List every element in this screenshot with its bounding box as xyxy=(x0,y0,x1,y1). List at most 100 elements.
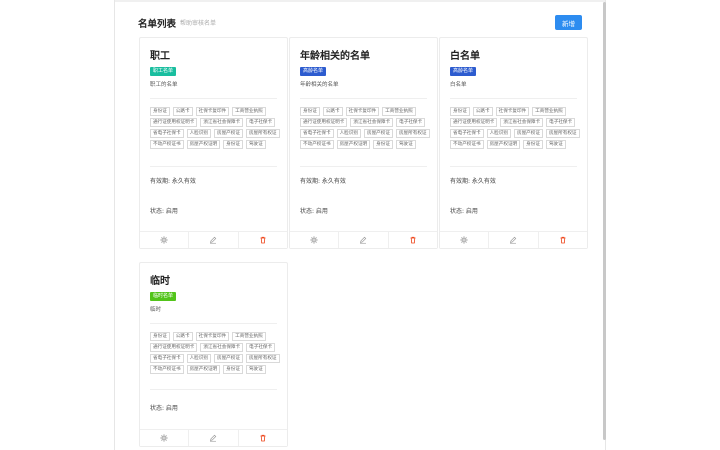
settings-button[interactable] xyxy=(440,232,490,248)
credential-tag: 省电子社保卡 xyxy=(150,129,184,138)
card-validity: 有效期: 永久有效 xyxy=(300,178,346,185)
credential-tag: 房屋产权证 xyxy=(513,129,543,138)
settings-button[interactable] xyxy=(140,232,190,248)
credential-tag: 省电子社保卡 xyxy=(150,354,184,363)
credential-tag: 电子社保卡 xyxy=(546,118,576,127)
credential-tag: 人脸识别 xyxy=(186,354,211,363)
card-status: 状态: 启用 xyxy=(150,405,178,412)
delete-button[interactable] xyxy=(239,430,287,446)
credential-tag: 人脸识别 xyxy=(336,129,361,138)
card-title: 临时 xyxy=(150,276,170,287)
credential-tag: 房屋产权证明 xyxy=(186,365,221,374)
credential-tag: 身份证 xyxy=(223,140,243,149)
delete-button[interactable] xyxy=(239,232,287,248)
credential-tag: 人脸识别 xyxy=(486,129,511,138)
credential-tag: 房屋产权证 xyxy=(213,129,243,138)
credential-tag: 工商营业执照 xyxy=(232,332,266,341)
trash-icon xyxy=(259,434,267,442)
card-status: 状态: 启用 xyxy=(450,208,478,215)
credential-tag: 通行证使用权证明卡 xyxy=(150,118,198,127)
scrollbar[interactable] xyxy=(603,2,606,440)
card-divider xyxy=(300,166,427,167)
credential-tag: 通行证使用权证明卡 xyxy=(300,118,348,127)
card-badge: 高龄名单 xyxy=(300,67,327,76)
credential-tag: 社保卡复印件 xyxy=(495,107,530,116)
delete-button[interactable] xyxy=(389,232,437,248)
list-card[interactable]: 职工 职工名单 职工的名单 身份证 公路卡 社保卡复印件 工商营业执照 通行证使用权证明卡 浙江… xyxy=(139,37,288,249)
card-badge: 职工名单 xyxy=(150,67,177,76)
gear-icon xyxy=(160,236,168,244)
credential-tag: 驾驶证 xyxy=(245,140,266,149)
credential-tag: 工商营业执照 xyxy=(382,107,416,116)
pencil-icon xyxy=(509,236,517,244)
list-header: 名单列表 帮助审核名单 新增 xyxy=(138,14,582,32)
credential-tag: 省电子社保卡 xyxy=(450,129,484,138)
card-divider xyxy=(150,389,277,390)
delete-button[interactable] xyxy=(539,232,587,248)
credential-tag: 身份证 xyxy=(523,140,543,149)
card-title: 职工 xyxy=(150,51,170,62)
credential-tag: 身份证 xyxy=(373,140,393,149)
credential-tag: 公路卡 xyxy=(172,332,193,341)
edit-button[interactable] xyxy=(339,232,389,248)
edit-button[interactable] xyxy=(489,232,539,248)
top-divider xyxy=(115,0,605,2)
list-card[interactable]: 临时 临时名单 临时 身份证 公路卡 社保卡复印件 工商营业执照 通行证使用权证明卡 浙江省社会… xyxy=(139,262,288,447)
credential-tag: 不动产权证书 xyxy=(450,140,484,149)
edit-button[interactable] xyxy=(189,430,239,446)
trash-icon xyxy=(409,236,417,244)
credential-tag: 不动产权证书 xyxy=(150,365,184,374)
card-validity: 有效期: 永久有效 xyxy=(450,178,496,185)
credential-tag: 社保卡复印件 xyxy=(345,107,380,116)
credential-tag: 房屋所有权证 xyxy=(395,129,430,138)
card-description: 临时 xyxy=(150,307,162,313)
card-divider xyxy=(150,166,277,167)
settings-button[interactable] xyxy=(140,430,190,446)
credential-tag: 浙江省社会保障卡 xyxy=(500,118,544,127)
trash-icon xyxy=(259,236,267,244)
pencil-icon xyxy=(359,236,367,244)
credential-tag: 公路卡 xyxy=(472,107,493,116)
card-badge: 高龄名单 xyxy=(450,67,477,76)
credential-tag: 身份证 xyxy=(450,107,470,116)
card-divider xyxy=(450,166,577,167)
credential-tag: 房屋所有权证 xyxy=(545,129,580,138)
add-button[interactable]: 新增 xyxy=(555,15,582,30)
card-divider xyxy=(300,98,427,99)
credential-tag: 电子社保卡 xyxy=(396,118,426,127)
credential-tag: 身份证 xyxy=(300,107,320,116)
card-divider xyxy=(450,98,577,99)
credential-tag: 浙江省社会保障卡 xyxy=(350,118,394,127)
card-divider xyxy=(150,323,277,324)
credential-tag: 驾驶证 xyxy=(395,140,416,149)
credential-tag: 社保卡复印件 xyxy=(195,332,230,341)
edit-button[interactable] xyxy=(189,232,239,248)
card-tag-list: 身份证 公路卡 社保卡复印件 工商营业执照 通行证使用权证明卡 浙江省社会保障卡 电子社保卡… xyxy=(150,107,282,149)
credential-tag: 驾驶证 xyxy=(245,365,266,374)
credential-tag: 电子社保卡 xyxy=(246,118,276,127)
credential-tag: 省电子社保卡 xyxy=(300,129,334,138)
trash-icon xyxy=(559,236,567,244)
card-status: 状态: 启用 xyxy=(300,208,328,215)
gear-icon xyxy=(460,236,468,244)
gear-icon xyxy=(160,434,168,442)
card-tag-list: 身份证 公路卡 社保卡复印件 工商营业执照 通行证使用权证明卡 浙江省社会保障卡 电子社保卡… xyxy=(300,107,432,149)
list-card[interactable]: 年龄相关的名单 高龄名单 年龄相关的名单 身份证 公路卡 社保卡复印件 工商营业执照 通行证使… xyxy=(289,37,438,249)
credential-tag: 工商营业执照 xyxy=(532,107,566,116)
credential-tag: 公路卡 xyxy=(172,107,193,116)
credential-tag: 浙江省社会保障卡 xyxy=(200,343,244,352)
credential-tag: 通行证使用权证明卡 xyxy=(150,343,198,352)
card-divider xyxy=(150,98,277,99)
settings-button[interactable] xyxy=(290,232,340,248)
credential-tag: 房屋产权证明 xyxy=(336,140,371,149)
card-actions xyxy=(290,231,437,248)
card-validity: 有效期: 永久有效 xyxy=(150,178,196,185)
card-description: 白名单 xyxy=(450,82,467,88)
credential-tag: 人脸识别 xyxy=(186,129,211,138)
card-status: 状态: 启用 xyxy=(150,208,178,215)
credential-tag: 身份证 xyxy=(150,332,170,341)
credential-tag: 不动产权证书 xyxy=(300,140,334,149)
credential-tag: 身份证 xyxy=(150,107,170,116)
list-card[interactable]: 白名单 高龄名单 白名单 身份证 公路卡 社保卡复印件 工商营业执照 通行证使用权证明卡 浙江省… xyxy=(439,37,588,249)
card-tag-list: 身份证 公路卡 社保卡复印件 工商营业执照 通行证使用权证明卡 浙江省社会保障卡 电子社保卡… xyxy=(450,107,582,149)
